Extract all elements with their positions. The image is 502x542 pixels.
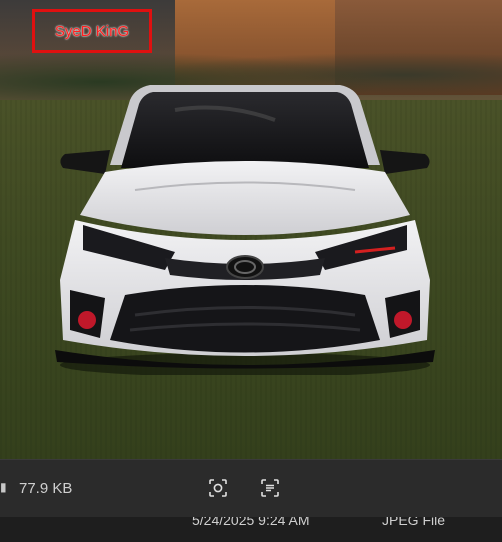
file-type: JPEG File — [382, 517, 446, 528]
file-size: 77.9 KB — [19, 480, 73, 497]
text-scan-icon — [261, 479, 279, 497]
visual-search-icon — [209, 479, 227, 497]
photo-info-bar: ▮ 77.9 KB — [0, 459, 502, 518]
file-icon: ▮ — [0, 480, 6, 494]
car-photo — [55, 85, 435, 375]
photo-details-row: 5/24/2025 9:24 AM JPEG File — [0, 517, 502, 542]
visual-search-button[interactable] — [204, 474, 232, 502]
date-taken: 5/24/2025 9:24 AM — [192, 517, 310, 528]
text-scan-button[interactable] — [256, 474, 284, 502]
photo-viewer-image: SyeD KinG — [0, 0, 502, 459]
watermark-text: SyeD KinG — [54, 22, 130, 40]
watermark-frame: SyeD KinG — [32, 9, 152, 53]
